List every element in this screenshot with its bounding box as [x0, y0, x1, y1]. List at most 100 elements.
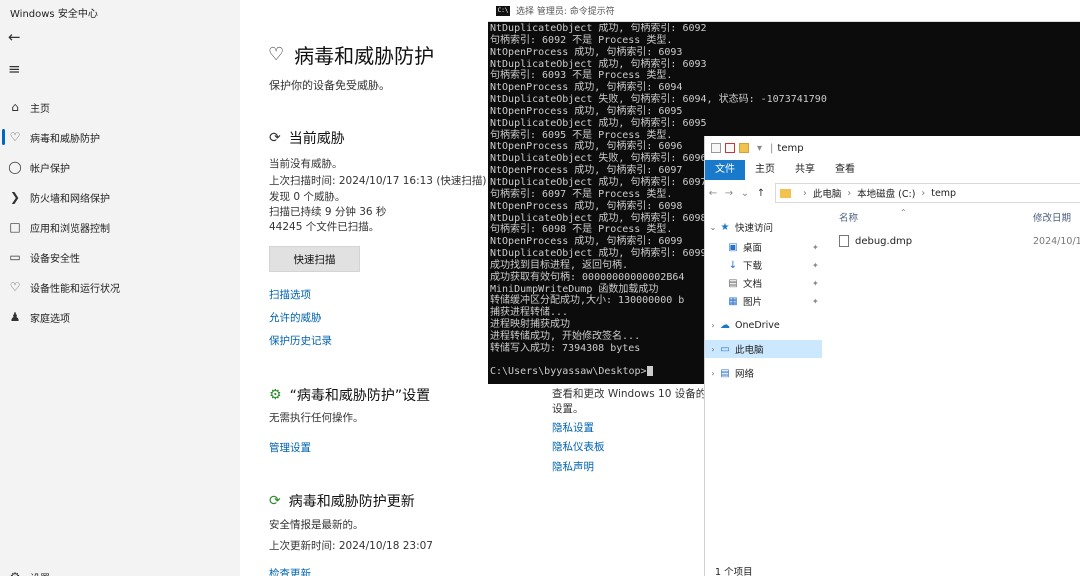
tree-item-label: OneDrive — [735, 319, 780, 331]
breadcrumb-this-pc[interactable]: 此电脑 — [813, 186, 842, 200]
manage-settings-link[interactable]: 管理设置 — [269, 440, 311, 455]
folder-icon — [780, 188, 791, 198]
app-title: Windows 安全中心 — [10, 9, 98, 20]
address-row: ← → ⌄ ↑ › 此电脑 › 本地磁盘 (C:) › temp — [705, 182, 1080, 204]
sidebar: Windows 安全中心 ← ≡ ⌂ 主页 ♡ 病毒和威胁防护 ◯ 帐户保护 ❯… — [0, 0, 240, 576]
tree-item-network[interactable]: › ▤ 网络 — [705, 364, 754, 382]
pin-icon[interactable]: ✦ — [812, 297, 819, 306]
privacy-statement-link[interactable]: 隐私声明 — [552, 459, 594, 474]
back-arrow-icon[interactable]: ← — [8, 28, 21, 46]
chevron-down-icon[interactable]: ⌄ — [707, 223, 719, 232]
scan-options-link[interactable]: 扫描选项 — [269, 287, 311, 302]
cloud-icon: ☁ — [720, 319, 730, 331]
tree-item-label: 下载 — [743, 261, 763, 272]
new-folder-icon[interactable] — [739, 143, 749, 153]
tree-item-quick-access[interactable]: ⌄ ★ 快速访问 — [705, 218, 773, 236]
sidebar-item-app-browser[interactable]: □ 应用和浏览器控制 — [0, 214, 240, 240]
file-icon — [839, 235, 849, 247]
tree-item-downloads[interactable]: ↓ 下载 ✦ — [705, 256, 830, 274]
cmd-line: NtDuplicateObject 成功, 句柄索引: 6095 — [490, 117, 707, 129]
tree-item-onedrive[interactable]: › ☁ OneDrive — [705, 316, 780, 334]
tree-item-this-pc[interactable]: › ▭ 此电脑 — [705, 340, 822, 358]
forward-arrow-icon[interactable]: → — [721, 188, 737, 199]
cmd-title-bar[interactable]: C:\ 选择 管理员: 命令提示符 — [488, 0, 1080, 22]
tree-item-label: 网络 — [735, 369, 755, 380]
sidebar-item-firewall[interactable]: ❯ 防火墙和网络保护 — [0, 184, 240, 210]
chevron-right-icon[interactable]: › — [707, 345, 719, 354]
tab-home[interactable]: 主页 — [745, 160, 785, 180]
sidebar-item-settings[interactable]: ⚙ 设置 — [0, 564, 240, 576]
network-icon: ▤ — [720, 367, 730, 379]
explorer-title-bar[interactable]: ▾ | temp — [705, 136, 1080, 160]
address-bar[interactable]: › 此电脑 › 本地磁盘 (C:) › temp — [775, 183, 1080, 203]
properties-check-icon[interactable] — [725, 143, 735, 153]
protection-updates-heading: ⟳ 病毒和威胁防护更新 — [269, 491, 415, 511]
section-title: 当前威胁 — [288, 131, 345, 147]
sidebar-item-home[interactable]: ⌂ 主页 — [0, 94, 240, 120]
person-icon: ◯ — [8, 160, 22, 174]
update-status: 安全情报是最新的。 — [269, 519, 364, 531]
privacy-dashboard-link[interactable]: 隐私仪表板 — [552, 439, 605, 454]
column-header-date[interactable]: 修改日期 — [1033, 210, 1071, 224]
sidebar-item-family[interactable]: ♟ 家庭选项 — [0, 304, 240, 330]
up-arrow-icon[interactable]: ↑ — [753, 188, 769, 199]
sidebar-item-label: 设置 — [30, 570, 50, 576]
document-icon: ▤ — [728, 277, 738, 289]
tab-file[interactable]: 文件 — [705, 160, 745, 180]
refresh-clock-icon: ⟳ — [269, 130, 281, 146]
quick-scan-button[interactable]: 快速扫描 — [269, 246, 360, 272]
tree-item-documents[interactable]: ▤ 文档 ✦ — [705, 274, 830, 292]
current-threats-heading: ⟳ 当前威胁 — [269, 128, 345, 148]
chevron-right-icon[interactable]: › — [707, 369, 719, 378]
sidebar-item-device-health[interactable]: ♡ 设备性能和运行状况 — [0, 274, 240, 300]
tree-item-desktop[interactable]: ▣ 桌面 ✦ — [705, 238, 830, 256]
section-title: 病毒和威胁防护更新 — [288, 494, 415, 510]
column-header-name[interactable]: 名称 — [839, 210, 858, 224]
last-update-time: 上次更新时间: 2024/10/18 23:07 — [269, 540, 433, 552]
cmd-cursor — [646, 366, 653, 377]
sidebar-item-label: 应用和浏览器控制 — [30, 223, 110, 235]
chevron-right-icon[interactable]: › — [707, 321, 719, 330]
hamburger-menu-icon[interactable]: ≡ — [8, 60, 21, 78]
scan-duration: 扫描已持续 9 分钟 36 秒 — [269, 206, 387, 218]
pin-icon[interactable]: ✦ — [812, 279, 819, 288]
pin-icon[interactable]: ✦ — [812, 261, 819, 270]
recent-dropdown-icon[interactable]: ⌄ — [737, 188, 753, 199]
antenna-icon: ❯ — [9, 190, 21, 204]
family-icon: ♟ — [9, 310, 21, 324]
chevron-right-icon[interactable]: › — [803, 188, 807, 199]
page-title: 病毒和威胁防护 — [294, 44, 435, 68]
chevron-right-icon[interactable]: › — [847, 188, 851, 199]
file-explorer-window[interactable]: ▾ | temp 文件 主页 共享 查看 ← → ⌄ ↑ › 此电脑 › 本地磁… — [704, 136, 1080, 576]
heart-icon: ♡ — [9, 280, 21, 294]
cmd-line: NtDuplicateObject 成功, 句柄索引: 6092 — [490, 23, 707, 34]
toolbar-dropdown-icon[interactable]: ▾ — [757, 143, 762, 154]
file-row[interactable]: debug.dmp 2024/10/1 — [835, 232, 1080, 250]
breadcrumb-local-disk[interactable]: 本地磁盘 (C:) — [857, 186, 915, 200]
cmd-line: NtDuplicateObject 成功, 句柄索引: 6093 — [490, 58, 707, 70]
sidebar-item-device-security[interactable]: ▭ 设备安全性 — [0, 244, 240, 270]
sidebar-item-virus-protection[interactable]: ♡ 病毒和威胁防护 — [0, 124, 240, 150]
tree-item-label: 此电脑 — [735, 345, 764, 356]
navigation-pane: ⌄ ★ 快速访问 ▣ 桌面 ✦ ↓ 下载 ✦ ▤ 文档 ✦ ▦ 图片 ✦ › ☁… — [705, 210, 830, 510]
update-refresh-icon: ⟳ — [269, 493, 281, 509]
check-updates-link[interactable]: 检查更新 — [269, 566, 311, 576]
tree-item-pictures[interactable]: ▦ 图片 ✦ — [705, 292, 830, 310]
desktop-icon: ▣ — [728, 241, 738, 253]
quick-access-toolbar-icon[interactable] — [711, 143, 721, 153]
chevron-right-icon[interactable]: › — [921, 188, 925, 199]
tab-view[interactable]: 查看 — [825, 160, 865, 180]
protection-history-link[interactable]: 保护历史记录 — [269, 333, 332, 348]
file-list: 名称 ⌃ 修改日期 debug.dmp 2024/10/1 — [835, 206, 1080, 506]
sidebar-item-label: 设备性能和运行状况 — [30, 283, 120, 295]
cmd-title: 选择 管理员: 命令提示符 — [516, 7, 615, 17]
tab-share[interactable]: 共享 — [785, 160, 825, 180]
allowed-threats-link[interactable]: 允许的威胁 — [269, 310, 322, 325]
privacy-settings-link[interactable]: 隐私设置 — [552, 420, 594, 435]
sidebar-item-account[interactable]: ◯ 帐户保护 — [0, 154, 240, 180]
back-arrow-icon[interactable]: ← — [705, 188, 721, 199]
breadcrumb-temp[interactable]: temp — [931, 188, 956, 199]
threat-status: 当前没有威胁。 — [269, 158, 343, 170]
pin-icon[interactable]: ✦ — [812, 243, 819, 252]
cmd-line: NtDuplicateObject 失败, 句柄索引: 6094, 状态码: -… — [490, 94, 827, 106]
